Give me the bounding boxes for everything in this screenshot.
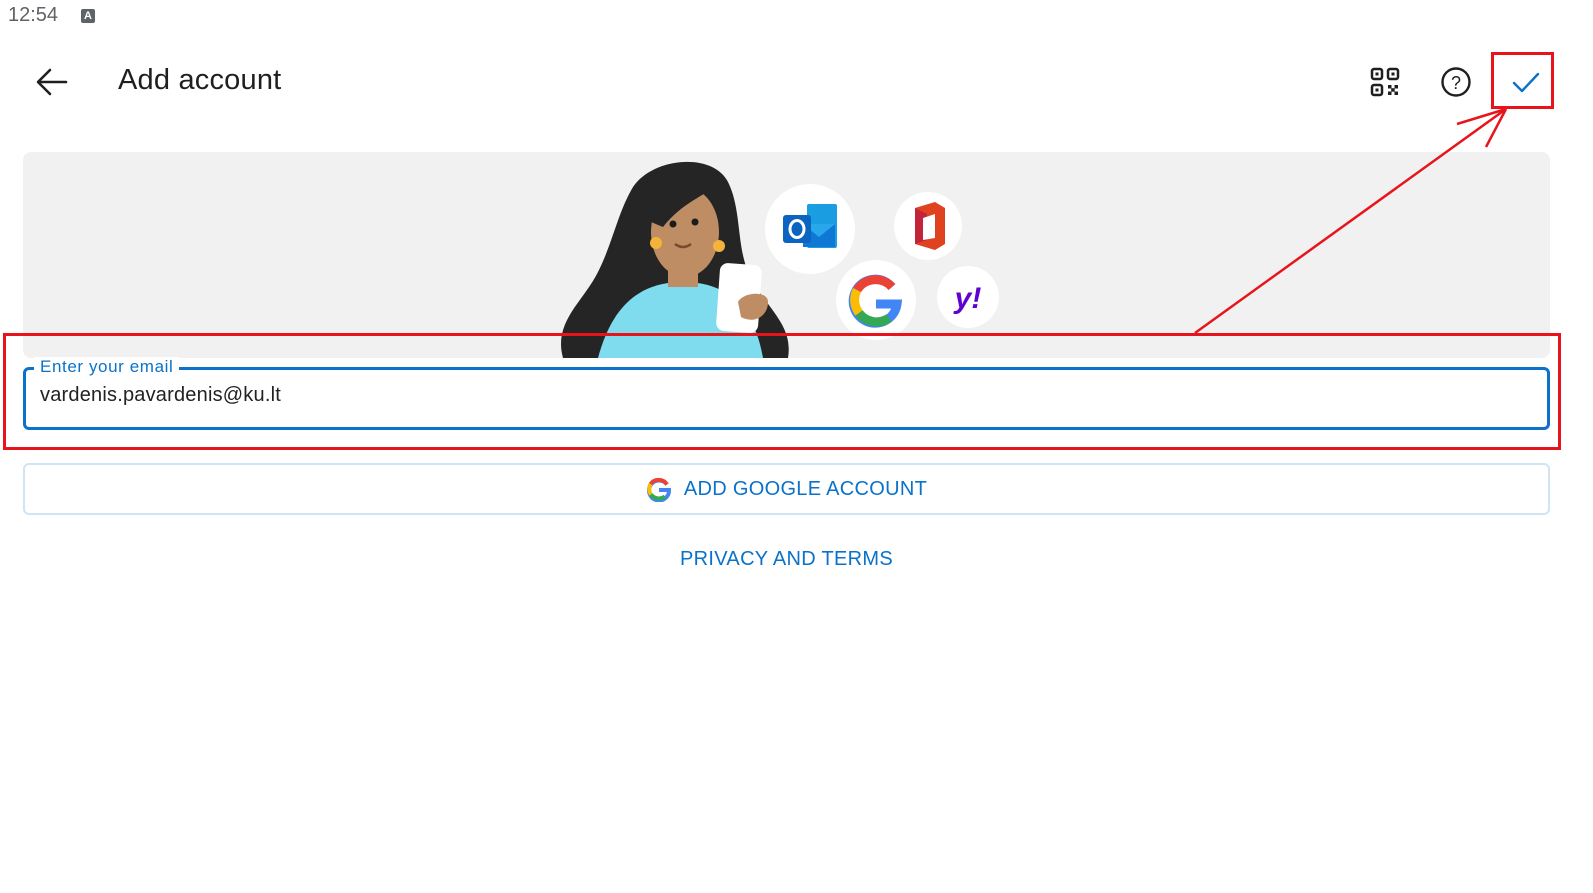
svg-text:?: ? <box>1451 73 1461 93</box>
email-input[interactable] <box>40 384 1520 407</box>
outlook-logo <box>765 184 855 274</box>
woman-illustration <box>561 161 789 358</box>
svg-text:y!: y! <box>953 282 982 315</box>
arrow-left-icon <box>36 68 68 96</box>
yahoo-logo: y! <box>937 266 999 328</box>
back-button[interactable] <box>30 62 74 102</box>
checkmark-icon <box>1512 72 1540 93</box>
keyboard-a-icon: A <box>81 9 95 23</box>
providers-banner: y! <box>23 152 1550 358</box>
privacy-and-terms-link[interactable]: PRIVACY AND TERMS <box>0 548 1573 571</box>
qr-code-button[interactable] <box>1363 60 1407 104</box>
add-google-account-label: ADD GOOGLE ACCOUNT <box>683 477 928 500</box>
help-icon: ? <box>1441 67 1471 97</box>
page-title: Add account <box>118 64 282 96</box>
status-time: 12:54 <box>8 4 59 26</box>
qr-code-icon <box>1370 67 1400 97</box>
annotation-arrow <box>1194 107 1508 335</box>
email-field-label: Enter your email <box>34 357 180 377</box>
email-field[interactable]: Enter your email <box>23 357 1550 430</box>
banner-illustration: y! <box>561 161 999 358</box>
confirm-button[interactable] <box>1504 60 1548 104</box>
app-bar: Add account ? <box>0 44 1593 120</box>
google-logo <box>836 260 916 340</box>
office-logo <box>894 192 962 260</box>
add-google-account-button[interactable]: ADD GOOGLE ACCOUNT <box>23 463 1550 515</box>
google-g-icon <box>646 477 671 502</box>
status-bar: 12:54 A <box>0 0 1593 34</box>
help-button[interactable]: ? <box>1434 60 1478 104</box>
